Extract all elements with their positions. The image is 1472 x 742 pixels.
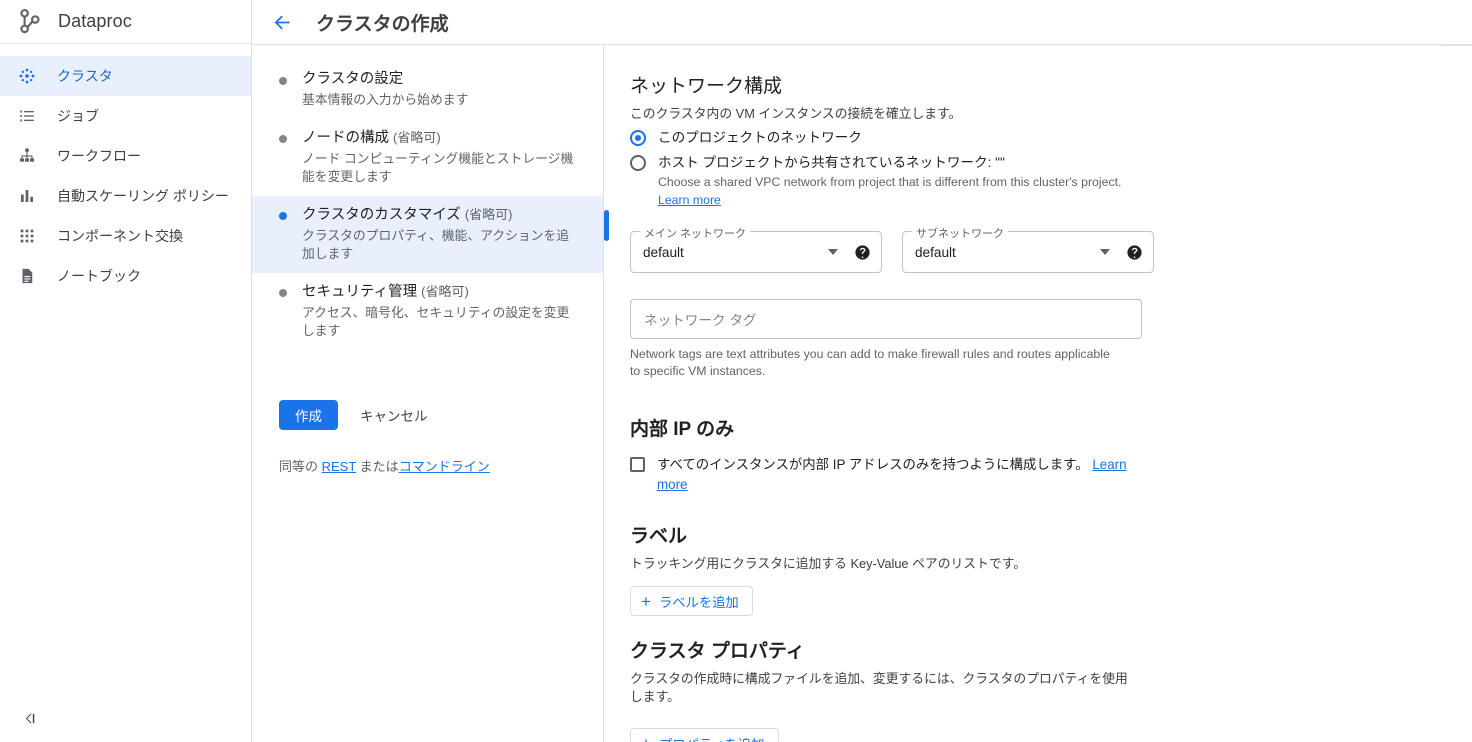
document-icon [17,266,37,286]
step-optional-tag: (省略可) [393,130,441,145]
network-tag-input[interactable]: ネットワーク タグ [630,299,1142,339]
sidebar-item-jobs[interactable]: ジョブ [0,96,251,136]
collapse-panel-icon[interactable] [16,704,44,732]
dataproc-create-cluster-page: Dataproc クラスタ ジョブ ワークフロー 自動スケーリング ポリシー コ… [0,0,1472,742]
internal-ip-heading-post: のみ [690,419,735,440]
chevron-down-icon[interactable] [828,249,838,255]
bar-chart-icon [17,186,37,206]
checkbox-icon[interactable] [630,457,645,472]
create-button[interactable]: 作成 [279,400,338,430]
form-panel: ネットワーク構成 このクラスタ内の VM インスタンスの接続を確立します。 この… [604,45,1472,742]
wizard-actions: 作成 キャンセル [252,400,603,430]
radio-button-icon[interactable] [630,130,646,146]
list-jobs-icon [17,106,37,126]
internal-ip-checkbox-label: すべてのインスタンスが内部 IP アドレスのみを持つように構成します。 [657,457,1089,472]
help-circle-icon[interactable] [1126,244,1143,261]
command-line-link[interactable]: コマンドライン [399,459,490,474]
step-customize-cluster[interactable]: クラスタのカスタマイズ (省略可) クラスタのプロパティ、機能、アクションを追加… [252,196,609,273]
step-optional-tag: (省略可) [421,284,469,299]
step-dot-icon [279,77,287,85]
body-area: クラスタの設定 基本情報の入力から始めます ノードの構成 (省略可) ノード コ… [252,45,1472,742]
wizard-stepper: クラスタの設定 基本情報の入力から始めます ノードの構成 (省略可) ノード コ… [252,45,609,742]
equivalent-mid: または [356,459,399,474]
page-header: クラスタの作成 [252,0,1472,45]
add-property-button-text: プロパティを追加 [659,734,765,742]
main-region: クラスタの作成 クラスタの設定 基本情報の入力から始めます ノードの構成 (省略… [252,0,1472,742]
cluster-icon [17,66,37,86]
chevron-down-icon[interactable] [1100,249,1110,255]
sidebar-item-label: ワークフロー [57,148,141,164]
step-title: ノードの構成 [302,130,389,146]
sidebar-item-label: コンポーネント交換 [57,228,183,244]
step-cluster-settings[interactable]: クラスタの設定 基本情報の入力から始めます [252,61,603,119]
dataproc-logo-icon [14,7,44,37]
grid-apps-icon [17,226,37,246]
add-label-button-text: ラベルを追加 [658,594,739,610]
learn-more-link[interactable]: Learn more [658,193,721,207]
cluster-properties-heading: クラスタ プロパティ [630,641,805,662]
step-dot-icon [279,289,287,297]
sidebar-item-label: ジョブ [57,108,99,124]
labels-heading: ラベル [630,526,688,547]
step-node-configuration[interactable]: ノードの構成 (省略可) ノード コンピューティング機能とストレージ機能を変更し… [252,119,603,196]
sidebar-item-label: 自動スケーリング ポリシー [57,188,229,204]
network-selects-row: メイン ネットワーク default サブネットワーク default [630,225,1472,273]
step-title: クラスタのカスタマイズ [302,207,461,223]
sidebar-item-label: クラスタ [57,68,113,84]
back-arrow-icon[interactable] [270,10,294,34]
sub-network-label: サブネットワーク [912,225,1008,241]
cluster-properties-subtitle: クラスタの作成時に構成ファイルを追加、変更するには、クラスタのプロパティを使用し… [630,671,1128,704]
step-description: ノード コンピューティング機能とストレージ機能を変更します [302,151,574,184]
radio-option-shared-network[interactable]: ホスト プロジェクトから共有されているネットワーク: "" Choose a s… [630,153,1472,209]
step-security-management[interactable]: セキュリティ管理 (省略可) アクセス、暗号化、セキュリティの設定を変更します [252,273,603,350]
page-title: クラスタの作成 [316,13,449,35]
brand-name: Dataproc [58,11,132,31]
labels-subtitle: トラッキング用にクラスタに追加する Key-Value ペアのリストです。 [630,556,1027,571]
sidebar-item-clusters[interactable]: クラスタ [0,56,251,96]
internal-ip-heading-pre: 内部 [630,419,674,440]
radio-label: ホスト プロジェクトから共有されているネットワーク: "" [658,155,1005,170]
equivalent-prefix: 同等の [279,459,322,474]
brand-header: Dataproc [0,0,251,44]
cancel-button[interactable]: キャンセル [352,405,436,425]
equivalent-links: 同等の REST またはコマンドライン [252,456,603,475]
left-navigation: Dataproc クラスタ ジョブ ワークフロー 自動スケーリング ポリシー コ… [0,0,252,742]
sidebar-item-component-exchange[interactable]: コンポーネント交換 [0,216,251,256]
plus-icon: + [641,591,651,611]
sidebar-item-autoscaling-policies[interactable]: 自動スケーリング ポリシー [0,176,251,216]
internal-ip-heading: 内部 IP のみ [630,414,1472,441]
network-tag-helper-text: Network tags are text attributes you can… [630,347,1110,378]
step-optional-tag: (省略可) [464,207,513,222]
plus-icon: + [641,735,651,742]
step-description: アクセス、暗号化、セキュリティの設定を変更します [302,305,570,338]
step-dot-icon [279,212,287,220]
step-title: クラスタの設定 [302,71,404,87]
workflow-hierarchy-icon [17,146,37,166]
sub-network-value: default [915,244,956,260]
internal-ip-heading-bold: IP [673,419,691,440]
radio-button-icon[interactable] [630,155,646,171]
add-property-button[interactable]: + プロパティを追加 [630,728,779,742]
main-network-label: メイン ネットワーク [640,225,751,241]
main-network-value: default [643,244,684,260]
internal-ip-checkbox-row[interactable]: すべてのインスタンスが内部 IP アドレスのみを持つように構成します。 Lear… [630,455,1130,495]
radio-option-this-project[interactable]: このプロジェクトのネットワーク [630,128,1472,148]
rest-link[interactable]: REST [322,459,356,474]
step-title: セキュリティ管理 [302,284,418,300]
sidebar-item-workflows[interactable]: ワークフロー [0,136,251,176]
sub-network-select[interactable]: サブネットワーク default [902,225,1154,273]
nav-list: クラスタ ジョブ ワークフロー 自動スケーリング ポリシー コンポーネント交換 … [0,44,251,296]
step-dot-icon [279,135,287,143]
network-config-subtitle: このクラスタ内の VM インスタンスの接続を確立します。 [630,106,962,121]
sidebar-item-notebooks[interactable]: ノートブック [0,256,251,296]
sidebar-item-label: ノートブック [57,268,141,284]
radio-sublabel: Choose a shared VPC network from project… [658,175,1122,189]
network-config-heading: ネットワーク構成 [630,76,783,97]
help-circle-icon[interactable] [854,244,871,261]
step-description: クラスタのプロパティ、機能、アクションを追加します [302,228,570,261]
add-label-button[interactable]: + ラベルを追加 [630,586,753,616]
main-network-select[interactable]: メイン ネットワーク default [630,225,882,273]
radio-label: このプロジェクトのネットワーク [658,130,862,145]
step-description: 基本情報の入力から始めます [302,92,469,107]
